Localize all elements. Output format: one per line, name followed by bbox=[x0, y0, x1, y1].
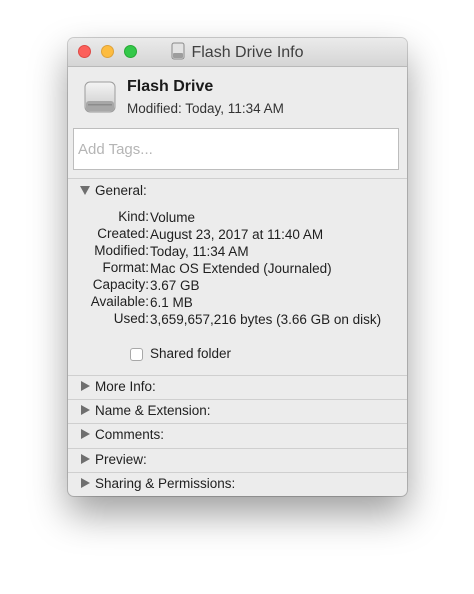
info-key: Created: bbox=[97, 226, 149, 241]
info-key: Modified: bbox=[94, 243, 149, 258]
section-name-extension[interactable]: Name & Extension: bbox=[68, 401, 407, 423]
info-row-used: Used: 3,659,657,216 bytes (3.66 GB on di… bbox=[68, 311, 407, 345]
info-row-format: Format: Mac OS Extended (Journaled) bbox=[68, 260, 407, 277]
info-row-created: Created: August 23, 2017 at 11:40 AM bbox=[68, 226, 407, 243]
info-key: Format: bbox=[102, 260, 149, 275]
info-row-available: Available: 6.1 MB bbox=[68, 294, 407, 311]
info-value: Today, 11:34 AM bbox=[150, 244, 249, 259]
divider bbox=[68, 448, 407, 449]
section-sharing-permissions[interactable]: Sharing & Permissions: bbox=[68, 474, 407, 496]
section-label: Comments: bbox=[95, 427, 165, 442]
info-value: 3.67 GB bbox=[150, 278, 200, 293]
info-value: Volume bbox=[150, 210, 196, 225]
disclosure-triangle-right-icon[interactable] bbox=[81, 429, 90, 439]
section-label: More Info: bbox=[95, 379, 156, 394]
tags-input[interactable] bbox=[73, 128, 399, 170]
window-title-group: Flash Drive Info bbox=[68, 42, 407, 63]
disclosure-triangle-right-icon[interactable] bbox=[81, 405, 90, 415]
section-label: Sharing & Permissions: bbox=[95, 476, 236, 491]
disclosure-triangle-down-icon[interactable] bbox=[80, 186, 90, 195]
divider bbox=[68, 423, 407, 424]
info-row-capacity: Capacity: 3.67 GB bbox=[68, 277, 407, 294]
drive-name: Flash Drive bbox=[127, 78, 214, 95]
divider bbox=[68, 178, 407, 179]
title-bar[interactable]: Flash Drive Info bbox=[68, 38, 407, 67]
disclosure-triangle-right-icon[interactable] bbox=[81, 454, 90, 464]
divider bbox=[68, 472, 407, 473]
info-key: Kind: bbox=[118, 209, 149, 224]
info-key: Capacity: bbox=[92, 277, 149, 292]
section-comments[interactable]: Comments: bbox=[68, 425, 407, 447]
info-key: Available: bbox=[90, 294, 149, 309]
shared-folder-label[interactable]: Shared folder bbox=[150, 346, 231, 361]
flash-drive-icon bbox=[84, 81, 116, 113]
disclosure-triangle-right-icon[interactable] bbox=[81, 381, 90, 391]
info-value: 3,659,657,216 bytes (3.66 GB on disk) bbox=[150, 312, 382, 327]
info-window: Flash Drive Info Flash Drive Modified: T… bbox=[68, 38, 407, 496]
shared-folder-checkbox[interactable] bbox=[130, 348, 143, 361]
section-general[interactable]: General: bbox=[68, 181, 407, 203]
window-title: Flash Drive Info bbox=[191, 44, 304, 61]
info-value: August 23, 2017 at 11:40 AM bbox=[150, 227, 324, 242]
section-more-info[interactable]: More Info: bbox=[68, 377, 407, 399]
info-row-kind: Kind: Volume bbox=[68, 209, 407, 226]
info-value: 6.1 MB bbox=[150, 295, 193, 310]
disclosure-triangle-right-icon[interactable] bbox=[81, 478, 90, 488]
divider bbox=[68, 399, 407, 400]
info-key: Used: bbox=[113, 311, 149, 326]
divider bbox=[68, 375, 407, 376]
drive-modified: Modified: Today, 11:34 AM bbox=[127, 101, 284, 116]
section-general-label: General: bbox=[95, 183, 147, 198]
section-label: Name & Extension: bbox=[95, 403, 211, 418]
section-label: Preview: bbox=[95, 452, 147, 467]
header: Flash Drive Modified: Today, 11:34 AM bbox=[68, 67, 407, 129]
info-value: Mac OS Extended (Journaled) bbox=[150, 261, 332, 276]
drive-icon bbox=[171, 42, 185, 60]
section-preview[interactable]: Preview: bbox=[68, 450, 407, 472]
info-row-modified: Modified: Today, 11:34 AM bbox=[68, 243, 407, 260]
